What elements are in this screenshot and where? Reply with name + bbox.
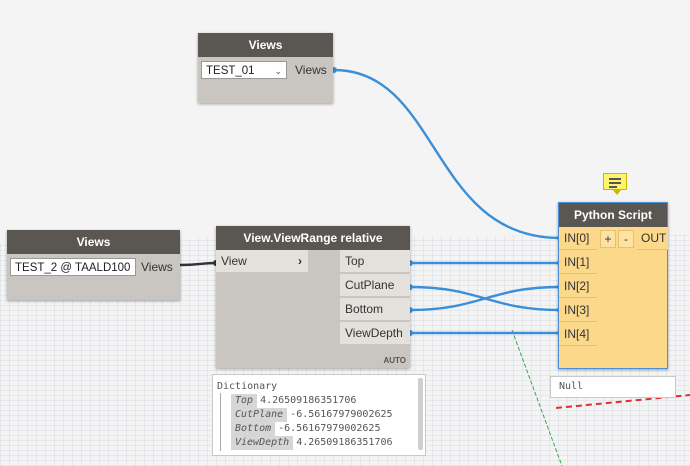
- dropdown-value: TEST_2 @ TAALD100: [15, 262, 131, 274]
- chevron-right-icon: ›: [298, 254, 302, 268]
- input-port-view[interactable]: View ›: [216, 250, 308, 273]
- views-node-left[interactable]: Views TEST_2 @ TAALD100 ⌄ Views: [7, 230, 180, 300]
- add-input-button[interactable]: +: [600, 230, 616, 248]
- views-node-top[interactable]: Views TEST_01 ⌄ Views: [198, 33, 333, 103]
- dictionary-preview: Dictionary Top 4.26509186351706 CutPlane -…: [212, 374, 426, 456]
- remove-input-button[interactable]: -: [618, 230, 634, 248]
- input-port-in1[interactable]: IN[1]: [559, 251, 597, 274]
- output-port-views[interactable]: Views: [295, 63, 327, 77]
- view-dropdown[interactable]: TEST_2 @ TAALD100 ⌄: [10, 258, 136, 276]
- node-title: Views: [7, 230, 180, 254]
- output-port-out[interactable]: OUT: [637, 227, 668, 250]
- view-dropdown[interactable]: TEST_01 ⌄: [201, 61, 287, 79]
- output-port-top[interactable]: Top: [340, 250, 410, 273]
- note-icon[interactable]: [603, 173, 627, 195]
- preview-scrollbar[interactable]: [418, 378, 423, 450]
- input-port-in2[interactable]: IN[2]: [559, 275, 597, 298]
- output-port-cutplane[interactable]: CutPlane: [340, 274, 410, 297]
- preview-title: Dictionary: [217, 381, 278, 392]
- node-title: Python Script: [559, 203, 667, 227]
- dict-row: CutPlane -6.56167979002625: [213, 408, 425, 422]
- dict-row: ViewDepth 4.26509186351706: [213, 436, 425, 450]
- python-script-node[interactable]: Python Script IN[0] + - OUT IN[1] IN[2] …: [558, 202, 668, 369]
- input-port-in4[interactable]: IN[4]: [559, 323, 597, 346]
- dict-row: Top 4.26509186351706: [213, 394, 425, 408]
- node-title: View.ViewRange relative: [216, 226, 410, 250]
- node-title: Views: [198, 33, 333, 57]
- lacing-label[interactable]: AUTO: [383, 356, 406, 365]
- input-port-in3[interactable]: IN[3]: [559, 299, 597, 322]
- viewrange-node[interactable]: View.ViewRange relative View › Top CutPl…: [216, 226, 410, 368]
- input-label: View: [221, 254, 247, 268]
- chevron-down-icon: ⌄: [123, 263, 131, 273]
- output-port-viewdepth[interactable]: ViewDepth: [340, 322, 410, 345]
- input-port-in0[interactable]: IN[0]: [559, 227, 597, 250]
- output-port-bottom[interactable]: Bottom: [340, 298, 410, 321]
- dict-row: Bottom -6.56167979002625: [213, 422, 425, 436]
- tree-line: [220, 393, 221, 451]
- chevron-down-icon: ⌄: [274, 66, 282, 76]
- dropdown-value: TEST_01: [206, 65, 255, 77]
- python-result-preview: Null: [550, 376, 676, 398]
- result-value: Null: [559, 381, 584, 392]
- output-port-views[interactable]: Views: [141, 260, 173, 274]
